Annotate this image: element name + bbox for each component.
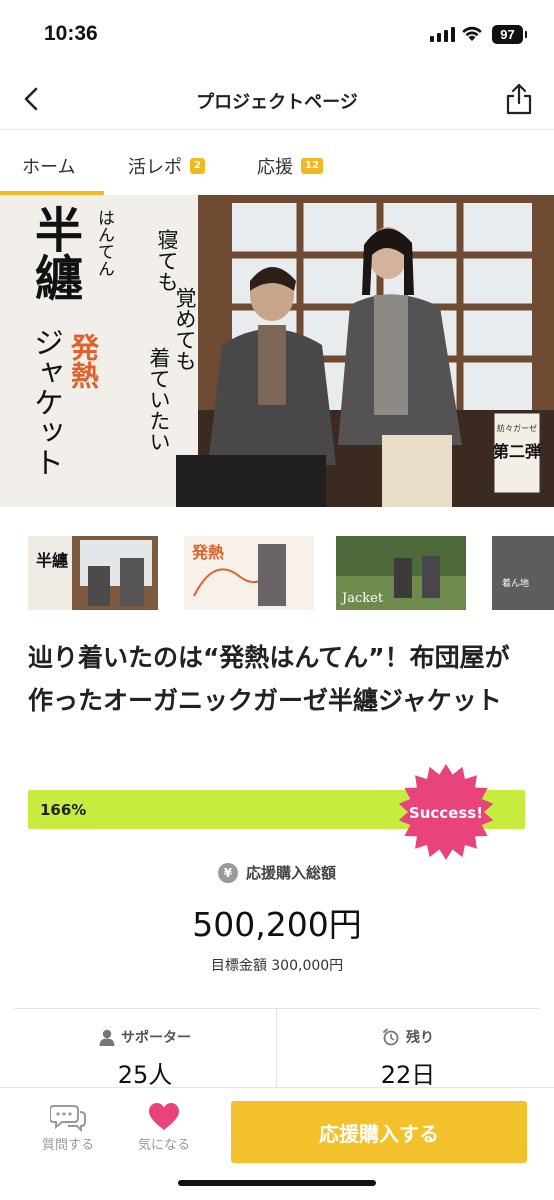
tab-reports[interactable]: 活レポ 2	[128, 153, 205, 179]
tab-support[interactable]: 応援 12	[257, 153, 323, 179]
tab-label: 活レポ	[128, 157, 182, 178]
hero-accent-word: 発熱	[67, 333, 100, 389]
cellular-signal-icon	[430, 26, 455, 42]
thumbnail-text: 着ん地	[502, 577, 529, 589]
chat-bubble-icon	[50, 1105, 86, 1132]
remaining-value: 22日	[380, 1061, 436, 1089]
wifi-icon	[462, 26, 482, 41]
thumbnail-image: 着ん地	[492, 536, 554, 610]
project-title: 辿り着いたのは“発熱はんてん”！布団屋が作ったオーガニックガーゼ半纏ジャケット	[28, 643, 510, 715]
share-icon[interactable]	[504, 82, 534, 116]
hero-image[interactable]: 紡々ガーゼ 第二弾 半纏 はんてん 発熱 ジャケット 寝ても 覚めても 着ていた…	[0, 195, 554, 507]
amount-value: 500,200円	[192, 905, 362, 944]
hero-tagline-1: 寝ても	[155, 229, 179, 292]
count-badge: 12	[301, 158, 323, 174]
thumbnail-item[interactable]: 発熱	[184, 536, 314, 610]
supporters-label: サポーター	[121, 1030, 191, 1046]
thumbnail-text: 半纏	[36, 551, 68, 570]
thumbnail-item[interactable]: 半纏	[28, 536, 158, 610]
amount-label-row: ¥ 応援購入総額	[0, 862, 554, 883]
favorite-button[interactable]: 気になる	[128, 1102, 200, 1155]
thumbnail-text: 発熱	[191, 543, 224, 562]
thumbnail-item[interactable]: 着ん地	[492, 536, 554, 610]
tab-home[interactable]: ホーム	[22, 153, 75, 179]
tab-label: ホーム	[22, 157, 76, 178]
favorite-label: 気になる	[137, 1138, 190, 1153]
thumbnail-image: Jacket	[336, 536, 466, 610]
thumbnail-text: Jacket	[340, 591, 384, 606]
count-badge: 2	[190, 158, 205, 174]
thumbnail-strip: 半纏 発熱 Jacket 着ん地	[28, 536, 554, 610]
hero-main-title: 半纏	[26, 205, 82, 301]
yen-icon: ¥	[217, 862, 238, 883]
thumbnail-image: 発熱	[184, 536, 314, 610]
tab-bar: ホーム 活レポ 2 応援 12	[0, 131, 554, 195]
question-button[interactable]: 質問する	[32, 1102, 104, 1155]
remaining-stat: 残り 22日	[277, 1027, 539, 1090]
status-bar: 10:36 97	[0, 0, 554, 70]
thumbnail-item[interactable]: Jacket	[336, 536, 466, 610]
question-label: 質問する	[41, 1138, 94, 1153]
tab-label: 応援	[257, 157, 293, 178]
page-title: プロジェクトページ	[196, 92, 358, 113]
home-indicator	[178, 1180, 376, 1186]
stamp-main-text: 第二弾	[493, 442, 541, 461]
stamp-small-text: 紡々ガーゼ	[497, 423, 537, 433]
supporters-stat: サポーター 25人	[14, 1027, 276, 1090]
nav-bar: プロジェクトページ	[0, 70, 554, 130]
timer-icon	[383, 1028, 399, 1046]
battery-indicator: 97	[492, 25, 527, 44]
person-icon	[99, 1029, 115, 1046]
success-label: Success!	[409, 804, 483, 822]
goal-amount: 目標金額 300,000円	[210, 958, 344, 974]
heart-icon	[149, 1103, 179, 1130]
hero-tagline-3: 着ていたい	[147, 347, 171, 452]
progress-percent: 166%	[40, 801, 87, 819]
supporters-value: 25人	[117, 1061, 173, 1089]
status-time: 10:36	[44, 22, 98, 45]
hero-ruby: はんてん	[94, 209, 114, 277]
thumbnail-image: 半纏	[28, 536, 158, 610]
success-badge: Success!	[398, 764, 494, 860]
remaining-label: 残り	[406, 1030, 434, 1046]
hero-sub-word: ジャケット	[28, 327, 63, 477]
project-stats: サポーター 25人 残り 22日	[14, 1008, 540, 1099]
support-purchase-button[interactable]: 応援購入する	[231, 1101, 527, 1163]
amount-label: 応援購入総額	[245, 864, 336, 882]
hero-tagline-2: 覚めても	[173, 287, 197, 371]
